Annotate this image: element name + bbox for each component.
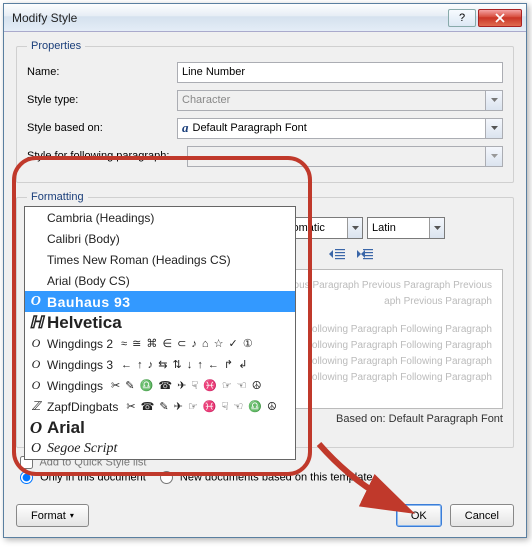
format-button[interactable]: Format▾ bbox=[16, 504, 89, 527]
font-option[interactable]: Cambria (Headings) bbox=[25, 207, 295, 228]
chevron-down-icon[interactable] bbox=[429, 218, 444, 238]
help-button[interactable]: ? bbox=[448, 9, 476, 27]
style-type-label: Style type: bbox=[27, 94, 177, 106]
font-option[interactable]: OWingdings✂ ✎ ♎ ☎ ✈ ☟ ♓ ☞ ☜ ☮ bbox=[25, 375, 295, 396]
following-combo bbox=[187, 146, 503, 167]
based-on-label: Style based on: bbox=[27, 122, 177, 134]
chevron-down-icon[interactable] bbox=[485, 119, 502, 138]
name-label: Name: bbox=[27, 66, 177, 78]
formatting-legend: Formatting bbox=[27, 191, 88, 203]
decrease-indent-button[interactable] bbox=[327, 245, 347, 263]
font-option[interactable]: OSegoe Script bbox=[25, 438, 295, 459]
font-option[interactable]: OWingdings 3← ↑ ♪ ⇆ ⇅ ↓ ↑ ← ↱ ↲ bbox=[25, 354, 295, 375]
chevron-down-icon bbox=[485, 91, 502, 110]
font-option[interactable]: Times New Roman (Headings CS) bbox=[25, 249, 295, 270]
font-option[interactable]: OWingdings 2≈ ≅ ⌘ ∈ ⊂ ♪ ⌂ ☆ ✓ ① bbox=[25, 333, 295, 354]
font-option[interactable]: ℍHelvetica bbox=[25, 312, 295, 333]
style-type-combo: Character bbox=[177, 90, 503, 111]
increase-indent-button[interactable] bbox=[355, 245, 375, 263]
chevron-down-icon[interactable] bbox=[347, 218, 362, 238]
dialog-title: Modify Style bbox=[12, 11, 446, 25]
font-option[interactable]: ℤZapfDingbats✂ ☎ ✎ ✈ ☞ ♓ ☟ ☜ ♎ ☮ bbox=[25, 396, 295, 417]
properties-legend: Properties bbox=[27, 40, 85, 52]
underline-a-icon: a bbox=[182, 120, 189, 136]
new-documents-radio[interactable]: New documents based on this template bbox=[160, 471, 373, 484]
font-option[interactable]: Calibri (Body) bbox=[25, 228, 295, 249]
following-label: Style for following paragraph: bbox=[27, 150, 187, 162]
chevron-down-icon: ▾ bbox=[70, 511, 74, 520]
font-option[interactable]: Arial (Body CS) bbox=[25, 270, 295, 291]
name-input[interactable] bbox=[177, 62, 503, 83]
font-dropdown-list[interactable]: Cambria (Headings) Calibri (Body) Times … bbox=[24, 206, 296, 460]
only-document-radio[interactable]: Only in this document bbox=[20, 471, 146, 484]
cancel-button[interactable]: Cancel bbox=[450, 504, 514, 527]
language-combo[interactable]: Latin bbox=[367, 217, 445, 239]
titlebar: Modify Style ? bbox=[4, 4, 526, 32]
based-on-combo[interactable]: a Default Paragraph Font bbox=[177, 118, 503, 139]
font-option-selected[interactable]: OBauhaus 93 bbox=[25, 291, 295, 312]
ok-button[interactable]: OK bbox=[396, 504, 442, 527]
close-button[interactable] bbox=[478, 9, 522, 27]
font-option[interactable]: OArial bbox=[25, 417, 295, 438]
chevron-down-icon bbox=[485, 147, 502, 166]
properties-group: Properties Name: Style type: Character S… bbox=[16, 40, 514, 183]
modify-style-dialog: Modify Style ? Properties Name: Style ty… bbox=[3, 3, 527, 538]
